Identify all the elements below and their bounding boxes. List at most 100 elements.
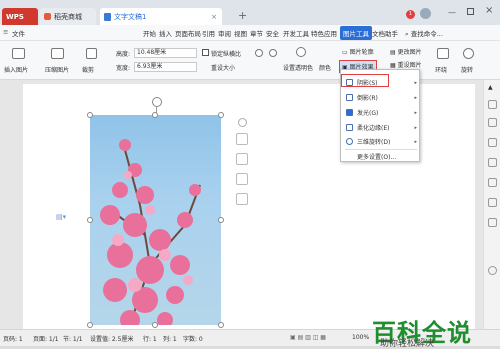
menu-features[interactable]: 特色应用 bbox=[311, 28, 337, 38]
outline-icon: ▭ bbox=[342, 49, 348, 56]
insert-picture-icon[interactable] bbox=[12, 48, 25, 59]
menu-item-reflection[interactable]: 倒影(R) ▸ bbox=[341, 91, 421, 104]
submenu-arrow-icon: ▸ bbox=[414, 109, 417, 116]
menu-file[interactable]: 文件 bbox=[12, 28, 25, 38]
resize-handle-mr[interactable] bbox=[218, 217, 224, 223]
setting-value: 设置值: 2.5厘米 bbox=[90, 336, 134, 343]
edit-icon[interactable] bbox=[488, 100, 497, 109]
wrap-icon[interactable] bbox=[437, 48, 449, 59]
picture-outline-button[interactable]: ▭ 图片轮廓 bbox=[342, 47, 374, 56]
close-window-icon[interactable]: × bbox=[485, 5, 493, 16]
resize-handle-ml[interactable] bbox=[87, 217, 93, 223]
color-adjust-icon[interactable] bbox=[255, 49, 263, 57]
submenu-arrow-icon: ▸ bbox=[414, 94, 417, 101]
color-button[interactable]: 颜色 bbox=[319, 63, 331, 72]
menu-developer[interactable]: 开发工具 bbox=[283, 28, 309, 38]
picture-layout-icon[interactable] bbox=[236, 193, 248, 205]
lock-ratio-checkbox[interactable] bbox=[202, 49, 209, 56]
menu-icon[interactable]: ≡ bbox=[3, 28, 8, 36]
width-label: 宽度: bbox=[116, 65, 131, 72]
word-count[interactable]: 字数: 0 bbox=[183, 334, 203, 343]
height-label: 高度: bbox=[116, 51, 131, 58]
wrap-button[interactable]: 环绕 bbox=[435, 65, 447, 74]
avatar[interactable] bbox=[420, 8, 431, 19]
section-info: 节: 1/1 bbox=[63, 336, 83, 343]
width-field[interactable]: 6.93厘米 bbox=[134, 62, 197, 72]
resize-handle-br[interactable] bbox=[218, 322, 224, 328]
menu-doc-assistant[interactable]: 文档助手 bbox=[372, 28, 398, 38]
resize-handle-tl[interactable] bbox=[87, 112, 93, 118]
reset-picture-icon: ▦ bbox=[390, 62, 396, 69]
select-icon[interactable] bbox=[488, 158, 497, 167]
menu-home[interactable]: 开始 bbox=[143, 28, 156, 38]
search-box[interactable]: ⌕ 查找命令... bbox=[405, 28, 443, 39]
crop-button[interactable]: 裁剪 bbox=[82, 65, 94, 74]
submenu-arrow-icon: ▸ bbox=[414, 79, 417, 86]
crop-float-icon[interactable] bbox=[236, 173, 248, 185]
menu-review[interactable]: 审阅 bbox=[218, 28, 231, 38]
properties-icon[interactable] bbox=[488, 178, 497, 187]
watermark-subtitle: 助你轻松解决 bbox=[380, 339, 435, 349]
minimize-icon[interactable]: — bbox=[448, 8, 456, 17]
menu-item-label: 柔化边缘(E) bbox=[357, 125, 390, 132]
title-bar: WPS 稻壳商城 文字文稿1 × + 1 — × bbox=[0, 0, 500, 25]
help-icon[interactable] bbox=[488, 266, 497, 275]
resize-handle-tr[interactable] bbox=[218, 112, 224, 118]
collapse-icon[interactable] bbox=[238, 118, 247, 127]
maximize-icon[interactable] bbox=[467, 8, 474, 15]
layout-options-icon[interactable] bbox=[236, 133, 248, 145]
resize-handle-tc[interactable] bbox=[152, 112, 158, 118]
insert-picture-button[interactable]: 插入图片 bbox=[4, 65, 28, 74]
crop-icon[interactable] bbox=[86, 48, 97, 59]
column-info: 列: 1 bbox=[163, 336, 177, 343]
wps-logo[interactable]: WPS bbox=[2, 8, 38, 25]
view-buttons[interactable]: ▣ ▤ ▥ ◫ ▦ bbox=[290, 334, 326, 341]
contrast-icon[interactable] bbox=[269, 49, 277, 57]
zoom-level[interactable]: 100% bbox=[352, 334, 369, 341]
reset-picture-label: 重设图片 bbox=[397, 62, 422, 69]
search-label: 查找命令... bbox=[410, 30, 443, 38]
menu-references[interactable]: 引用 bbox=[202, 28, 215, 38]
menu-item-3d-rotation[interactable]: 三维旋转(D) ▸ bbox=[341, 135, 421, 148]
rotate-handle-icon[interactable] bbox=[152, 97, 162, 107]
menu-view[interactable]: 视图 bbox=[234, 28, 247, 38]
paragraph-icon[interactable]: ▤▾ bbox=[56, 213, 66, 221]
resize-handle-bc[interactable] bbox=[152, 322, 158, 328]
close-icon[interactable]: × bbox=[211, 13, 217, 21]
new-tab-button[interactable]: + bbox=[238, 9, 247, 22]
compress-picture-button[interactable]: 压缩图片 bbox=[45, 65, 69, 74]
style-icon[interactable] bbox=[488, 118, 497, 127]
reset-picture-button[interactable]: ▦ 重设图片 bbox=[390, 60, 422, 69]
menu-item-glow[interactable]: 发光(G) ▸ bbox=[341, 106, 421, 119]
change-picture-icon: ▤ bbox=[390, 49, 396, 56]
lock-ratio-label[interactable]: 锁定纵横比 bbox=[211, 49, 241, 58]
rotate-icon[interactable] bbox=[463, 48, 474, 59]
picture-toolbar: 插入图片 压缩图片 裁剪 高度: 10.48厘米 宽度: 6.93厘米 锁定纵横… bbox=[0, 41, 500, 80]
share-icon[interactable] bbox=[488, 138, 497, 147]
set-transparent-icon[interactable] bbox=[296, 47, 306, 57]
menu-chapter[interactable]: 章节 bbox=[250, 28, 263, 38]
zoom-picture-icon[interactable] bbox=[236, 153, 248, 165]
menu-security[interactable]: 安全 bbox=[266, 28, 279, 38]
compress-picture-icon[interactable] bbox=[51, 48, 64, 59]
backup-icon[interactable] bbox=[488, 198, 497, 207]
tab-document[interactable]: 文字文稿1 × bbox=[100, 8, 222, 25]
tab-docer-store[interactable]: 稻壳商城 bbox=[40, 8, 96, 25]
height-field[interactable]: 10.48厘米 bbox=[134, 48, 197, 58]
page-number: 页码: 1 bbox=[3, 336, 23, 343]
reset-size-button[interactable]: 重设大小 bbox=[211, 63, 235, 72]
menu-insert[interactable]: 插入 bbox=[159, 28, 172, 38]
set-transparent-button[interactable]: 设置透明色 bbox=[283, 63, 313, 72]
menu-item-soft-edges[interactable]: 柔化边缘(E) ▸ bbox=[341, 121, 421, 134]
rotate-button[interactable]: 旋转 bbox=[461, 65, 473, 74]
scroll-up-icon[interactable]: ▲ bbox=[488, 84, 497, 93]
menu-item-more-settings[interactable]: 更多设置(O)... bbox=[341, 150, 421, 163]
selected-picture[interactable] bbox=[90, 115, 221, 325]
menu-layout[interactable]: 页面布局 bbox=[175, 28, 201, 38]
notification-badge[interactable]: 1 bbox=[406, 10, 415, 19]
change-picture-button[interactable]: ▤ 更改图片 bbox=[390, 47, 422, 56]
menu-picture-tools[interactable]: 图片工具 bbox=[340, 26, 372, 40]
tab-label: 稻壳商城 bbox=[54, 12, 82, 21]
resize-handle-bl[interactable] bbox=[87, 322, 93, 328]
tools-icon[interactable] bbox=[488, 218, 497, 227]
